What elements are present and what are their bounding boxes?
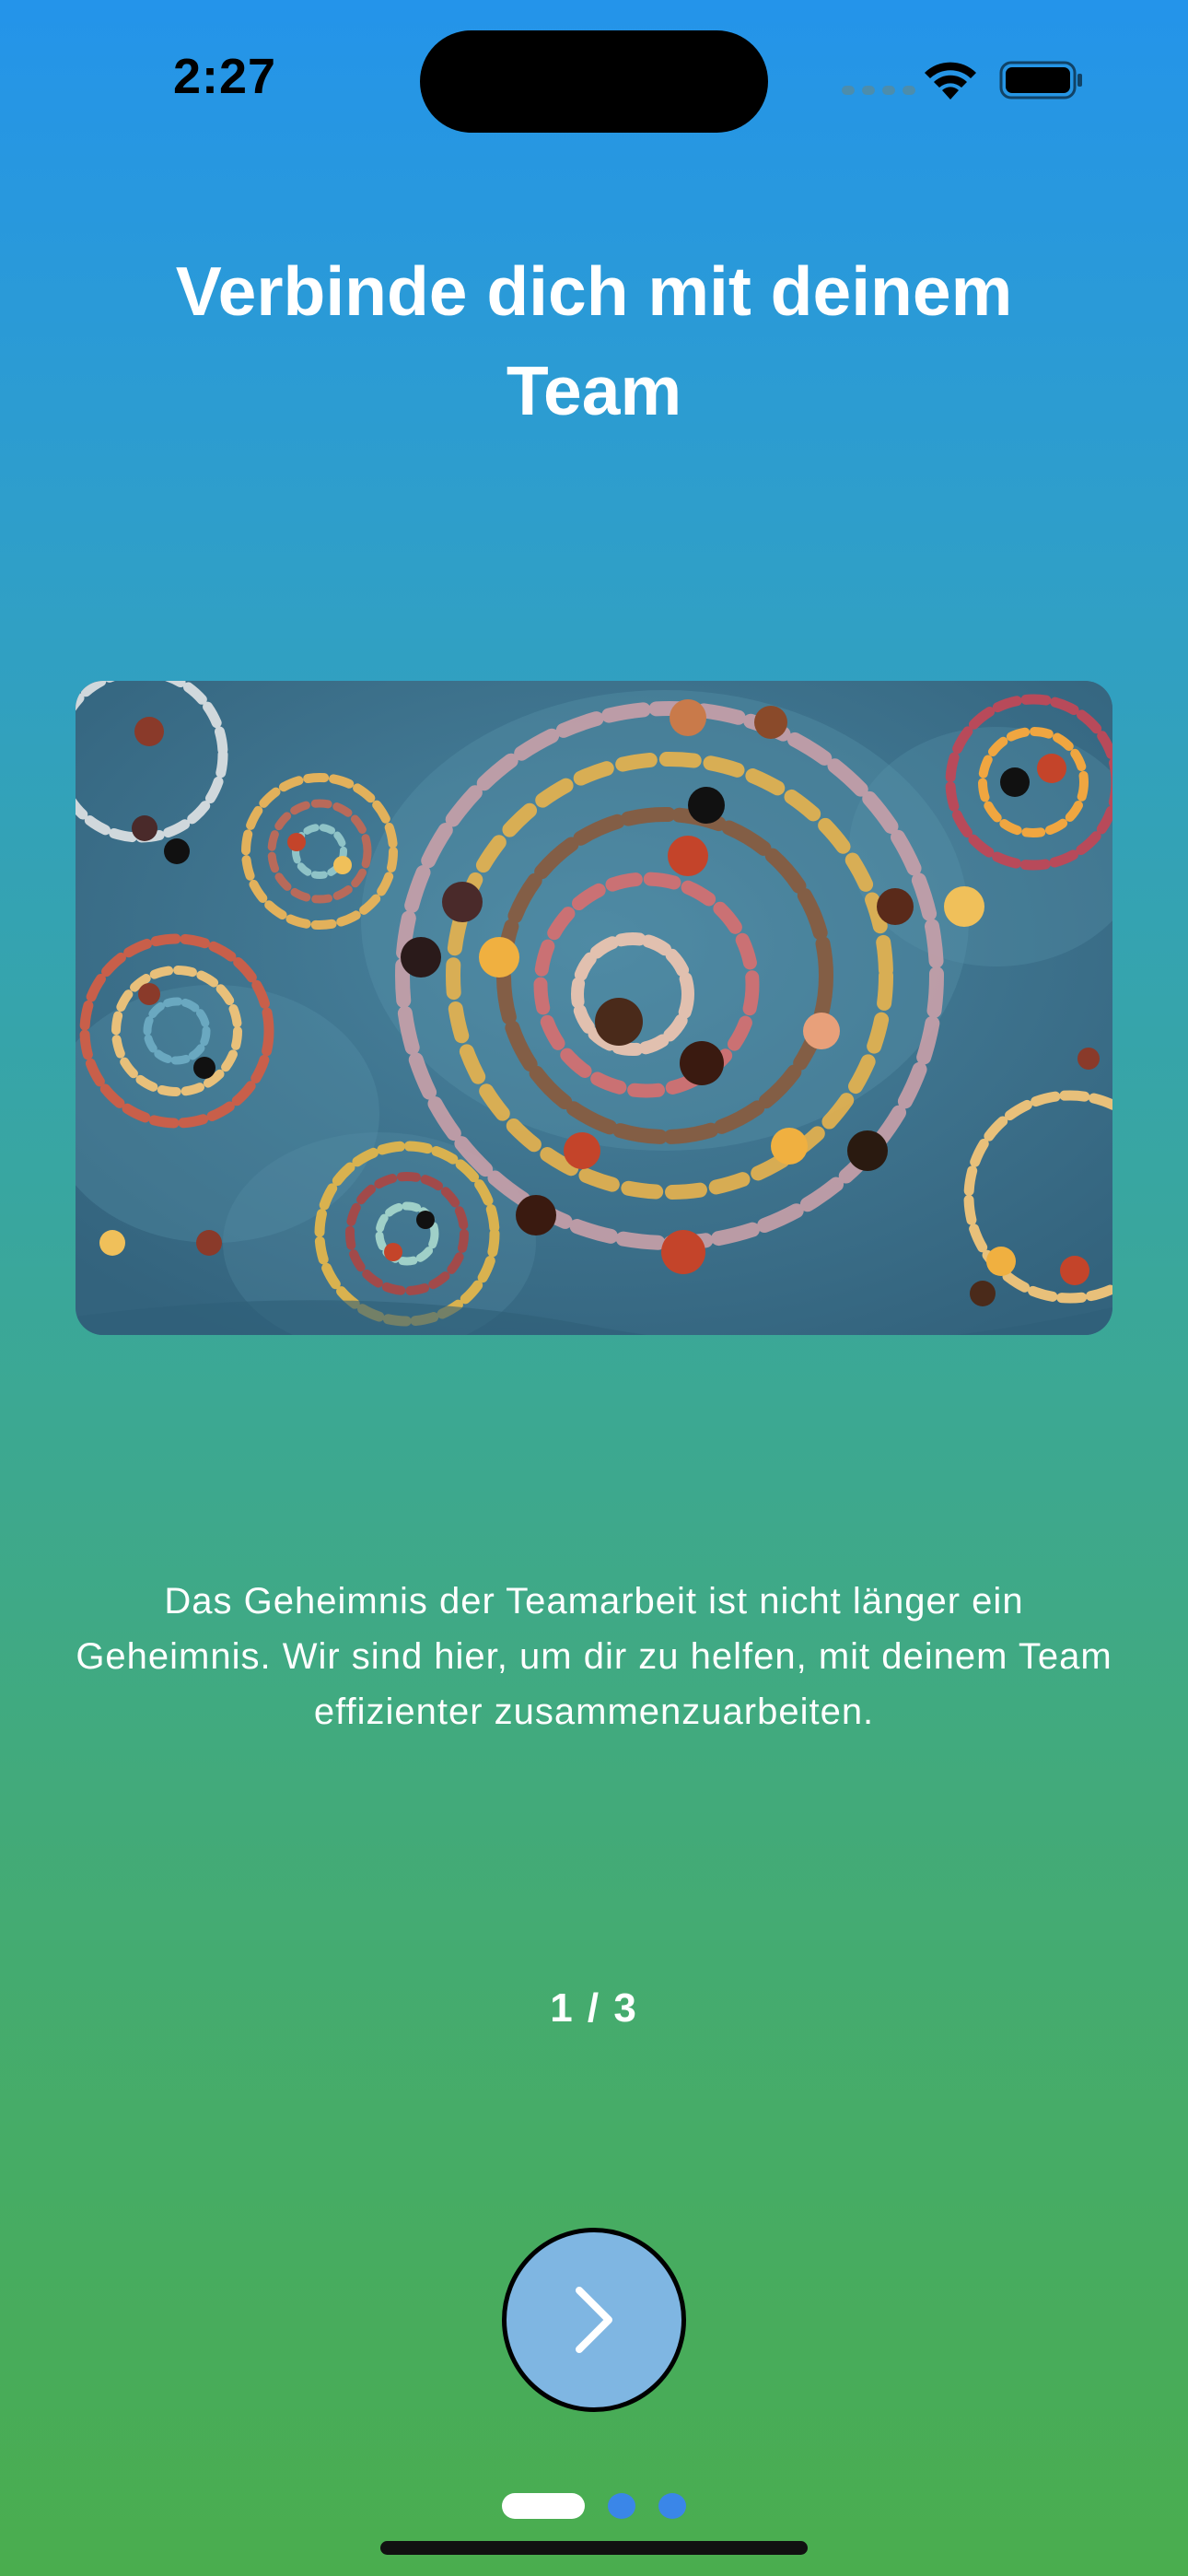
chevron-right-icon <box>576 2287 612 2353</box>
onboarding-screen: 2:27 Verbinde dich mit deinem Team Das G… <box>0 0 1188 2576</box>
home-indicator[interactable] <box>380 2541 808 2555</box>
people-circles-illustration <box>76 681 1112 1335</box>
page-counter: 1 / 3 <box>550 1985 638 2031</box>
page-title: Verbinde dich mit deinem Team <box>175 252 1013 429</box>
dynamic-island <box>420 30 768 133</box>
next-button[interactable] <box>502 2228 686 2412</box>
team-illustration <box>76 681 1112 1335</box>
status-time: 2:27 <box>173 49 277 104</box>
cellular-signal-icon <box>842 86 915 95</box>
page-dot-1-active[interactable] <box>502 2493 585 2519</box>
page-dot-2[interactable] <box>608 2493 635 2519</box>
battery-icon <box>999 61 1082 100</box>
page-dot-3[interactable] <box>658 2493 686 2519</box>
wifi-icon <box>925 62 976 100</box>
onboarding-description: Das Geheimnis der Teamarbeit ist nicht l… <box>76 1581 1112 1732</box>
